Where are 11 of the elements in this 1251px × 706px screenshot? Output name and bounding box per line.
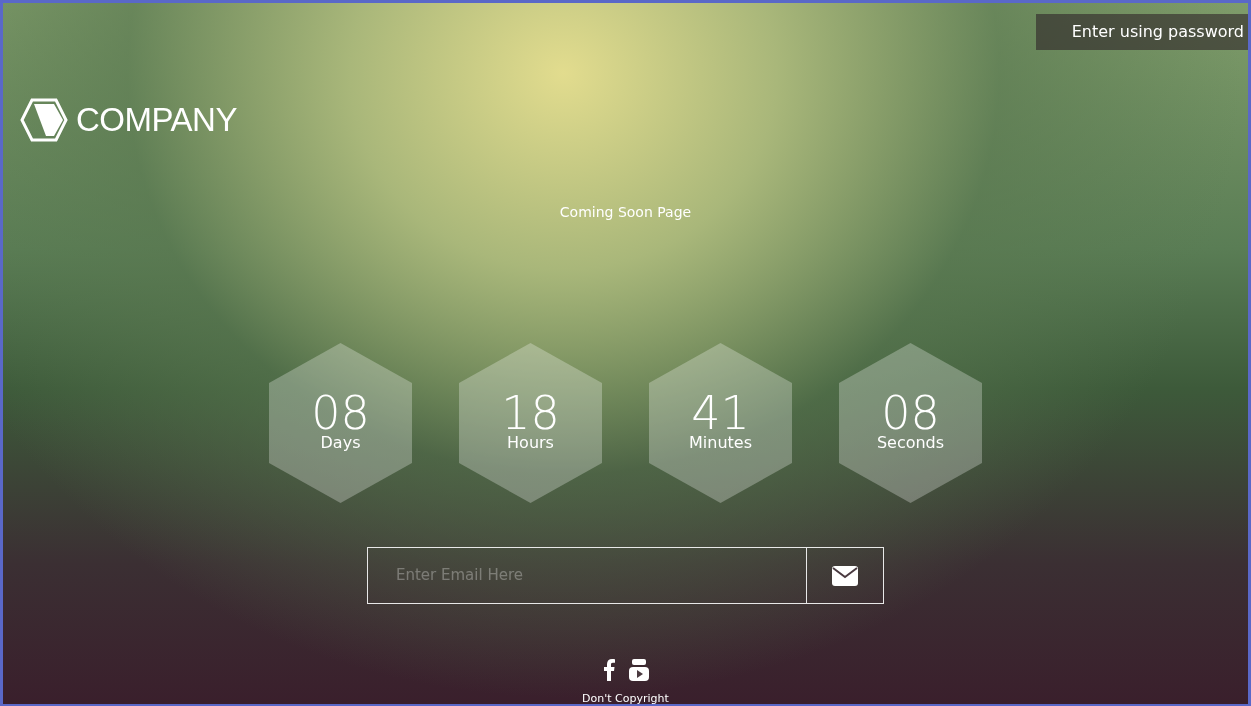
send-button[interactable] [806,547,884,604]
page-headline: Coming Soon Page [559,203,692,222]
hexagon-logo-icon [20,98,68,142]
facebook-icon [602,659,615,681]
youtube-link[interactable] [628,659,649,681]
password-link[interactable]: Enter using password [1035,14,1248,50]
envelope-icon [832,565,858,586]
copyright-text: Don't Copyright [582,692,669,704]
company-name: COMPANY [76,100,237,140]
facebook-link[interactable] [602,659,615,681]
video-icon [628,659,649,681]
